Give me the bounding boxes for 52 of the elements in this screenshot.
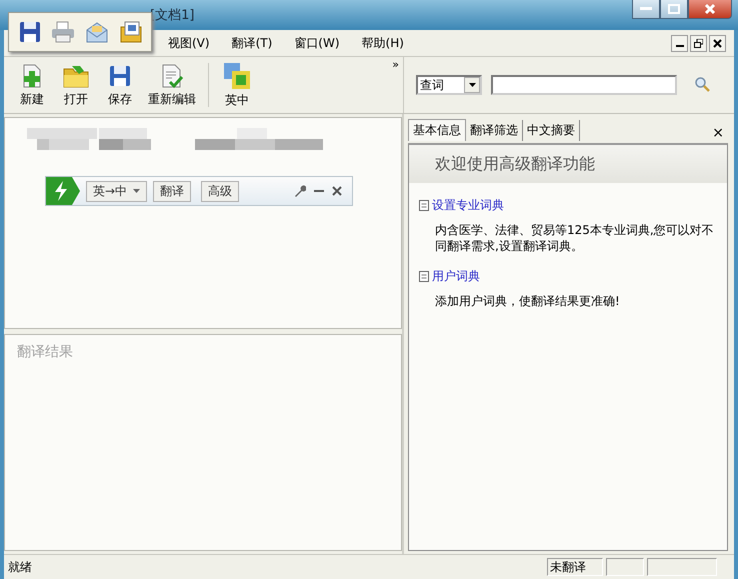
status-pane: 未翻译: [547, 558, 603, 576]
minimize-button[interactable]: [671, 34, 688, 52]
maximize-icon: [668, 4, 680, 14]
menu-item[interactable]: 帮助(H): [350, 32, 415, 54]
status-pane: [606, 558, 644, 576]
close-button[interactable]: ×: [712, 125, 724, 141]
search-mode-dropdown[interactable]: 查词: [416, 75, 482, 95]
panel-heading: 欢迎使用高级翻译功能: [409, 145, 727, 183]
document-icon: [419, 200, 429, 211]
menu-item[interactable]: 窗口(W): [283, 32, 351, 54]
overflow-button[interactable]: »: [392, 59, 399, 70]
caret-icon: [133, 189, 140, 193]
mini-bar-button[interactable]: 高级: [201, 180, 240, 202]
search-field[interactable]: [491, 75, 677, 95]
direction-dropdown[interactable]: 英→中: [86, 180, 148, 202]
language-switch-icon: [223, 62, 251, 90]
caret-icon: [468, 83, 476, 87]
minimize-icon[interactable]: [314, 190, 324, 192]
envelope-icon[interactable]: [85, 21, 109, 43]
section-description: 添加用户词典，使翻译结果更准确!: [435, 293, 621, 309]
tab[interactable]: 翻译筛选: [466, 120, 523, 141]
status-message: 就绪: [8, 558, 33, 576]
status-pane: [647, 558, 717, 576]
preview-icon[interactable]: [119, 21, 143, 43]
mini-bar-button[interactable]: 翻译: [153, 180, 192, 202]
tab[interactable]: 中文摘要: [523, 120, 580, 141]
close-icon: [713, 38, 722, 48]
toolbar-button[interactable]: 打开: [54, 60, 98, 110]
close-icon: [704, 3, 716, 15]
lightning-icon: [46, 177, 80, 205]
minimize-button[interactable]: [632, 0, 660, 19]
search-icon[interactable]: [694, 76, 710, 92]
restore-icon: [694, 38, 703, 48]
close-icon[interactable]: [332, 186, 342, 196]
toolbar-button[interactable]: 英中: [215, 60, 259, 110]
document-icon: [419, 271, 429, 282]
maximize-button[interactable]: [660, 0, 688, 19]
section-description: 内含医学、法律、贸易等125本专业词典,您可以对不同翻译需求,设置翻译词典。: [435, 222, 715, 254]
menu-item[interactable]: 翻译(T): [220, 32, 284, 54]
close-button[interactable]: [688, 0, 732, 19]
menu-item[interactable]: 视图(V): [157, 32, 221, 54]
toolbar-button[interactable]: 保存: [98, 60, 142, 110]
toolbar-button[interactable]: 重新编辑: [142, 60, 202, 110]
section-link[interactable]: 用户词典: [432, 268, 480, 285]
close-button[interactable]: [709, 34, 726, 52]
toolbar-button[interactable]: 新建: [10, 60, 54, 110]
minimize-icon: [640, 7, 652, 11]
wrench-icon[interactable]: [294, 185, 306, 197]
restore-button[interactable]: [690, 34, 707, 52]
printer-icon[interactable]: [51, 21, 75, 43]
tab[interactable]: 基本信息: [408, 119, 466, 141]
section-link[interactable]: 设置专业词典: [432, 197, 504, 214]
